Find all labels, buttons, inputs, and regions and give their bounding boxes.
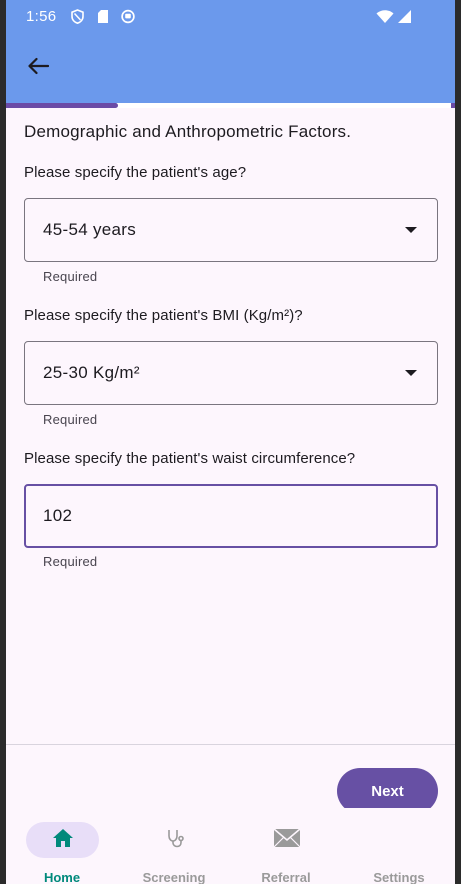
nav-pill-home [26, 822, 99, 858]
envelope-icon [272, 827, 301, 853]
shield-icon [70, 9, 84, 24]
waist-circumference-value: 102 [43, 506, 73, 525]
question-waist-label: Please specify the patient's waist circu… [24, 450, 356, 467]
progress-end-marker [451, 103, 455, 108]
section-title: Demographic and Anthropometric Factors. [24, 122, 352, 141]
waist-helper-text: Required [43, 554, 98, 569]
status-bar: 1:56 [6, 0, 455, 32]
age-helper-text: Required [43, 269, 98, 284]
progress-bar [6, 103, 455, 108]
nav-pill-screening [138, 822, 211, 858]
app-screen: 1:56 Demographic and Anthropometric Fact… [6, 0, 455, 884]
nav-label-referral: Referral [261, 870, 311, 884]
nav-pill-settings [363, 822, 436, 858]
bottom-navigation: Home Screening Referral Settings [6, 808, 455, 884]
progress-fill [6, 103, 119, 108]
back-button[interactable] [22, 52, 54, 84]
nav-item-screening[interactable]: Screening [118, 808, 230, 884]
nav-pill-referral [250, 822, 323, 858]
nav-item-referral[interactable]: Referral [230, 808, 342, 884]
divider [6, 744, 455, 745]
waist-circumference-input[interactable]: 102 [24, 484, 438, 548]
bmi-helper-text: Required [43, 412, 98, 427]
stethoscope-icon [165, 828, 185, 853]
age-dropdown-value: 45-54 years [43, 220, 137, 239]
status-time: 1:56 [26, 8, 57, 25]
arrow-left-icon [27, 57, 50, 80]
dropdown-arrow-icon [405, 370, 417, 376]
circle-app-icon [121, 9, 135, 24]
nav-label-screening: Screening [142, 870, 206, 884]
bmi-dropdown[interactable]: 25-30 Kg/m² [24, 341, 438, 405]
home-icon [52, 828, 74, 853]
bmi-dropdown-value: 25-30 Kg/m² [43, 363, 140, 382]
nav-label-home: Home [43, 870, 81, 884]
age-dropdown[interactable]: 45-54 years [24, 198, 438, 262]
question-bmi-label: Please specify the patient's BMI (Kg/m²)… [24, 307, 303, 324]
nav-item-settings[interactable]: Settings [343, 808, 455, 884]
nav-item-home[interactable]: Home [6, 808, 118, 884]
nav-label-settings: Settings [373, 870, 425, 884]
app-bar [6, 32, 455, 104]
question-age-label: Please specify the patient's age? [24, 164, 247, 181]
sim-card-icon [96, 9, 110, 24]
wifi-icon [376, 9, 394, 24]
signal-icon [396, 9, 412, 24]
dropdown-arrow-icon [405, 227, 417, 233]
